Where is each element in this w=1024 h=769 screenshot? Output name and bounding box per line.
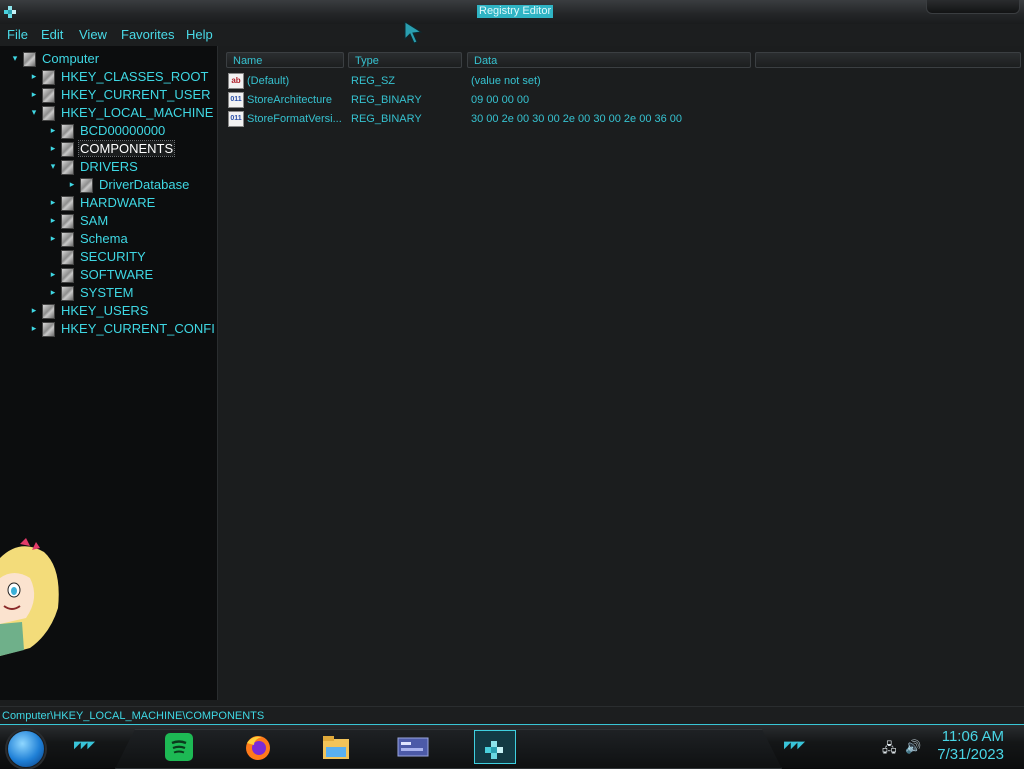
folder-icon — [61, 250, 74, 265]
value-type: REG_BINARY — [351, 113, 422, 125]
value-type: REG_BINARY — [351, 94, 422, 106]
menu-view[interactable]: View — [79, 27, 107, 42]
tree-node-label: DriverDatabase — [99, 177, 190, 192]
tree-node-label: Computer — [42, 51, 100, 66]
folder-icon — [61, 232, 74, 247]
chevrons-right-icon: ◤◤◤ — [784, 740, 805, 751]
tree-node-label: HKEY_CURRENT_CONFI — [61, 321, 215, 336]
value-row[interactable]: ab (Default) REG_SZ (value not set) — [228, 72, 1008, 91]
expand-arrow-icon[interactable]: ▸ — [29, 71, 39, 81]
chevrons-left-icon: ◤◤◤ — [74, 740, 95, 751]
expand-arrow-icon[interactable]: ▸ — [29, 305, 39, 315]
column-header-empty — [755, 52, 1021, 68]
collapse-arrow-icon[interactable]: ▾ — [48, 161, 58, 171]
computer-icon — [23, 52, 36, 67]
clock-date: 7/31/2023 — [937, 746, 1004, 763]
menu-help[interactable]: Help — [186, 27, 213, 42]
title-bar[interactable]: Registry Editor — [0, 0, 1024, 25]
expand-arrow-icon[interactable]: ▸ — [67, 179, 77, 189]
expand-arrow-icon[interactable]: ▸ — [48, 125, 58, 135]
tree-node-label: HKEY_LOCAL_MACHINE — [61, 105, 214, 120]
registry-editor-icon — [4, 6, 16, 18]
menu-edit[interactable]: Edit — [41, 27, 63, 42]
folder-icon — [42, 88, 55, 103]
expand-arrow-icon[interactable]: ▸ — [48, 269, 58, 279]
value-name: StoreArchitecture — [247, 94, 332, 106]
tree-node-label: HARDWARE — [80, 195, 156, 210]
value-data: 30 00 2e 00 30 00 2e 00 30 00 2e 00 36 0… — [471, 113, 683, 125]
folder-icon — [80, 178, 93, 193]
window-controls[interactable] — [926, 0, 1020, 14]
folder-icon — [61, 268, 74, 283]
folder-icon — [61, 142, 74, 157]
folder-icon — [42, 322, 55, 337]
folder-icon — [42, 304, 55, 319]
network-icon[interactable]: 🖧 — [882, 739, 897, 761]
menu-file[interactable]: File — [7, 27, 28, 42]
spotify-icon[interactable] — [163, 731, 195, 763]
folder-icon — [61, 160, 74, 175]
taskbar: ◤◤◤ ◤◤◤ 🖧 🔊 11:06 AM 7/31/2023 — [0, 724, 1024, 769]
column-header-data[interactable]: Data — [467, 52, 751, 68]
start-button[interactable] — [7, 730, 45, 768]
status-bar: Computer\HKEY_LOCAL_MACHINE\COMPONENTS — [0, 706, 1024, 725]
registry-editor-icon[interactable] — [474, 730, 516, 764]
string-value-icon: ab — [228, 73, 244, 89]
control-panel-icon[interactable] — [397, 731, 429, 763]
expand-arrow-icon[interactable]: ▸ — [48, 143, 58, 153]
folder-icon — [61, 286, 74, 301]
menu-favorites[interactable]: Favorites — [121, 27, 174, 42]
tree-node-label: SECURITY — [80, 249, 146, 264]
expand-arrow-icon[interactable]: ▸ — [29, 323, 39, 333]
tree-node-label: BCD00000000 — [80, 123, 166, 138]
tree-node-label: HKEY_CURRENT_USER — [61, 87, 211, 102]
expand-arrow-icon[interactable]: ▸ — [48, 215, 58, 225]
value-data: 09 00 00 00 — [471, 94, 530, 106]
column-header-type[interactable]: Type — [348, 52, 462, 68]
mouse-cursor-icon — [404, 21, 423, 44]
folder-icon — [61, 214, 74, 229]
window-title: Registry Editor — [477, 5, 554, 18]
folder-icon — [61, 124, 74, 139]
binary-value-icon: 011 — [228, 92, 244, 108]
value-row[interactable]: 011 StoreFormatVersi... REG_BINARY 30 00 2e… — [228, 110, 1008, 129]
tree-node-label: Schema — [80, 231, 128, 246]
folder-icon — [61, 196, 74, 211]
clock-time: 11:06 AM — [941, 728, 1004, 745]
file-explorer-icon[interactable] — [320, 731, 352, 763]
binary-value-icon: 011 — [228, 111, 244, 127]
value-name: StoreFormatVersi... — [247, 113, 342, 125]
tree-node-label: SAM — [80, 213, 109, 228]
taskbar-app-tray — [115, 729, 782, 769]
folder-icon — [42, 106, 55, 121]
tree-node-label: DRIVERS — [80, 159, 138, 174]
volume-icon[interactable]: 🔊 — [905, 739, 921, 755]
value-name: (Default) — [247, 75, 290, 87]
collapse-arrow-icon[interactable]: ▾ — [29, 107, 39, 117]
system-clock[interactable]: 11:06 AM 7/31/2023 — [924, 728, 1004, 764]
value-data: (value not set) — [471, 75, 541, 87]
tree-node-label: SYSTEM — [80, 285, 134, 300]
values-list-pane[interactable]: Name Type Data ab (Default) REG_SZ (value n… — [222, 46, 1024, 700]
tree-node-label: HKEY_USERS — [61, 303, 149, 318]
status-path: Computer\HKEY_LOCAL_MACHINE\COMPONENTS — [2, 710, 265, 722]
expand-arrow-icon[interactable]: ▸ — [48, 287, 58, 297]
tree-node-label: SOFTWARE — [80, 267, 154, 282]
cartoon-character-sticker — [0, 538, 59, 656]
column-header-name[interactable]: Name — [226, 52, 344, 68]
expand-arrow-icon[interactable]: ▸ — [29, 89, 39, 99]
value-row[interactable]: 011 StoreArchitecture REG_BINARY 09 00 00 0… — [228, 91, 1008, 110]
value-type: REG_SZ — [351, 75, 396, 87]
menu-bar: File Edit View Favorites Help — [0, 24, 1024, 46]
firefox-icon[interactable] — [242, 731, 274, 763]
expand-arrow-icon[interactable]: ▸ — [48, 233, 58, 243]
collapse-arrow-icon[interactable]: ▾ — [10, 53, 20, 63]
tree-node-label: COMPONENTS — [77, 140, 176, 157]
expand-arrow-icon[interactable]: ▸ — [48, 197, 58, 207]
tree-line-icon — [48, 251, 58, 261]
tree-node-label: HKEY_CLASSES_ROOT — [61, 69, 209, 84]
folder-icon — [42, 70, 55, 85]
